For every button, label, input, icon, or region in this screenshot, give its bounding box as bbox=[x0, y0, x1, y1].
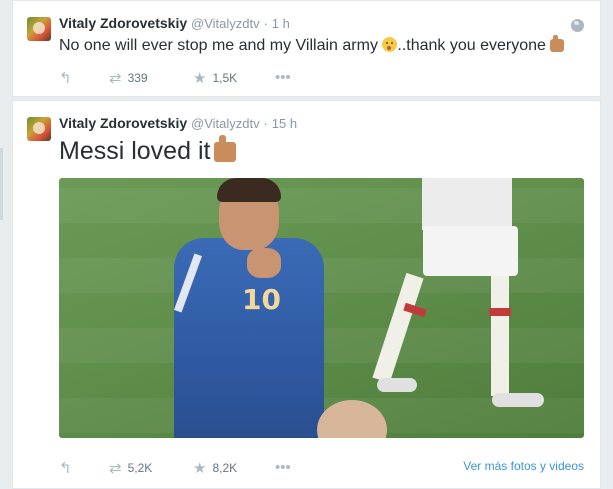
globe-icon bbox=[571, 19, 584, 32]
more-icon: ••• bbox=[275, 459, 291, 476]
player-hand bbox=[247, 248, 281, 278]
fullname[interactable]: Vitaly Zdorovetskiy bbox=[59, 115, 187, 131]
player-shoe bbox=[492, 393, 544, 407]
retweet-count: 5,2K bbox=[127, 461, 153, 475]
tweet-text-part: Messi loved it bbox=[59, 137, 211, 165]
favorite-count: 1,5K bbox=[212, 71, 238, 85]
jersey-number: 10 bbox=[242, 283, 281, 316]
thumbs-up-icon bbox=[550, 35, 565, 52]
more-button[interactable]: ••• bbox=[275, 459, 297, 476]
more-photos-link[interactable]: Ver más fotos y videos bbox=[463, 459, 584, 473]
star-icon: ★ bbox=[193, 460, 207, 477]
timestamp[interactable]: 1 h bbox=[272, 16, 290, 31]
tweet-text: No one will ever stop me and my Villain … bbox=[59, 35, 565, 55]
reply-icon: ↰ bbox=[59, 460, 72, 477]
fullname[interactable]: Vitaly Zdorovetskiy bbox=[59, 15, 187, 31]
reply-button[interactable]: ↰ bbox=[59, 459, 78, 477]
player-shoe bbox=[377, 378, 417, 392]
thumbs-up-icon bbox=[214, 135, 237, 162]
separator: · bbox=[263, 116, 268, 131]
username[interactable]: @Vitalyzdtv bbox=[191, 16, 260, 31]
tweet-photo[interactable]: 10 bbox=[59, 178, 584, 438]
retweet-button[interactable]: ⇄ 339 bbox=[109, 69, 148, 87]
more-button[interactable]: ••• bbox=[275, 69, 297, 86]
tweet-text: Messi loved it bbox=[59, 135, 237, 166]
stream-edge bbox=[0, 148, 3, 220]
tweet-card[interactable]: Vitaly Zdorovetskiy @Vitalyzdtv · 1 h No… bbox=[12, 0, 601, 97]
player-hair bbox=[217, 178, 281, 202]
avatar[interactable] bbox=[27, 117, 51, 141]
tweet-text-part: ..thank you everyone bbox=[397, 37, 551, 54]
favorite-count: 8,2K bbox=[212, 461, 238, 475]
timestamp[interactable]: 15 h bbox=[272, 116, 297, 131]
retweet-icon: ⇄ bbox=[109, 70, 122, 87]
retweet-count: 339 bbox=[127, 71, 148, 85]
reply-icon: ↰ bbox=[59, 70, 72, 87]
username[interactable]: @Vitalyzdtv bbox=[191, 116, 260, 131]
wink-emoji-icon bbox=[382, 37, 398, 52]
retweet-icon: ⇄ bbox=[109, 460, 122, 477]
star-icon: ★ bbox=[193, 70, 207, 87]
player-shorts bbox=[423, 226, 518, 276]
sock-band bbox=[489, 308, 511, 316]
tweet-text-part: No one will ever stop me and my Villain … bbox=[59, 37, 383, 54]
player-leg bbox=[491, 276, 509, 396]
separator: · bbox=[263, 16, 268, 31]
player-shirt bbox=[422, 178, 512, 230]
reply-button[interactable]: ↰ bbox=[59, 69, 78, 87]
more-icon: ••• bbox=[275, 69, 291, 86]
retweet-button[interactable]: ⇄ 5,2K bbox=[109, 459, 152, 477]
favorite-button[interactable]: ★ 8,2K bbox=[193, 459, 237, 477]
tweet-header: Vitaly Zdorovetskiy @Vitalyzdtv · 1 h bbox=[59, 15, 290, 31]
tweet-card[interactable]: Vitaly Zdorovetskiy @Vitalyzdtv · 15 h M… bbox=[12, 100, 601, 489]
tweet-stream: Vitaly Zdorovetskiy @Vitalyzdtv · 1 h No… bbox=[0, 0, 613, 489]
avatar[interactable] bbox=[27, 17, 51, 41]
tweet-header: Vitaly Zdorovetskiy @Vitalyzdtv · 15 h bbox=[59, 115, 297, 131]
favorite-button[interactable]: ★ 1,5K bbox=[193, 69, 237, 87]
